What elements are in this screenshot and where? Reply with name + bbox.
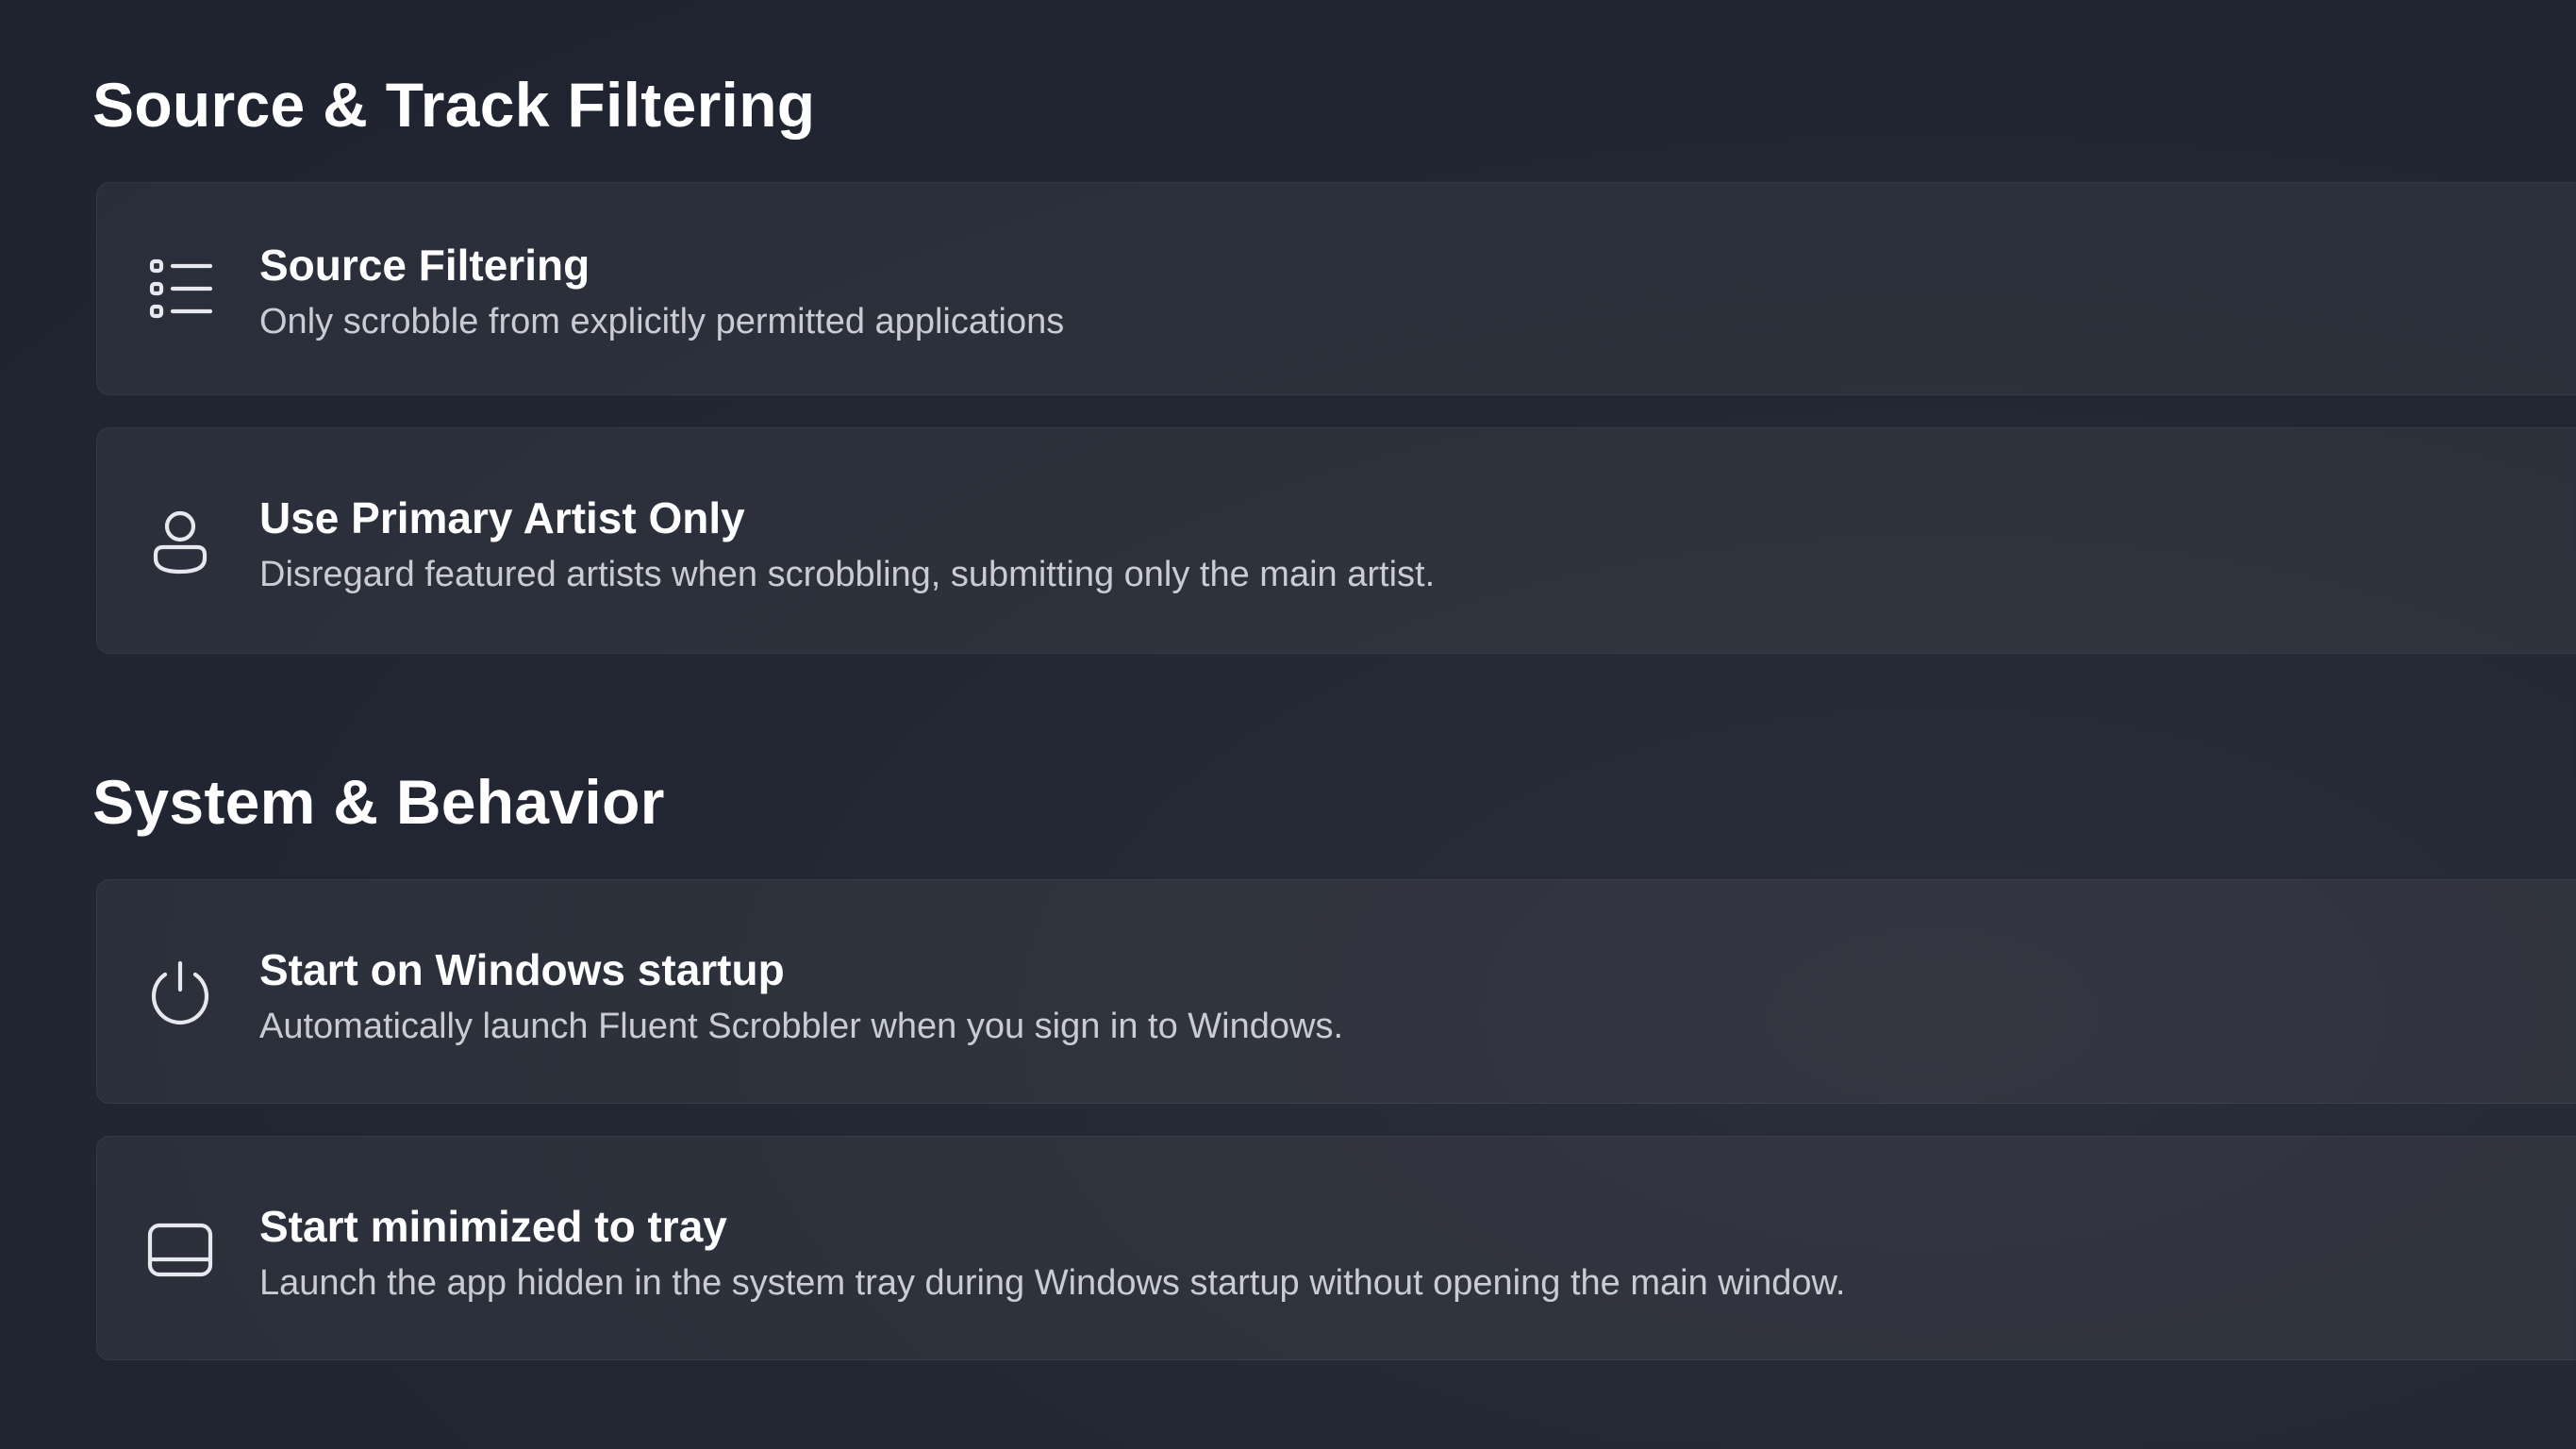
setting-description: Launch the app hidden in the system tray… <box>259 1263 1846 1303</box>
setting-description: Disregard featured artists when scrobbli… <box>259 555 1436 594</box>
setting-card-start-on-windows-startup[interactable]: Start on Windows startup Automatically l… <box>96 879 2576 1104</box>
setting-title: Start minimized to tray <box>259 1202 727 1251</box>
setting-title: Source Filtering <box>259 241 590 290</box>
setting-title: Start on Windows startup <box>259 945 785 994</box>
setting-card-start-minimized-to-tray[interactable]: Start minimized to tray Launch the app h… <box>96 1136 2576 1360</box>
power-icon <box>146 959 214 1027</box>
setting-description: Automatically launch Fluent Scrobbler wh… <box>259 1007 1344 1046</box>
setting-card-use-primary-artist-only[interactable]: Use Primary Artist Only Disregard featur… <box>96 427 2576 654</box>
setting-description: Only scrobble from explicitly permitted … <box>259 302 1065 341</box>
person-icon <box>146 508 214 575</box>
section-title-system-behavior: System & Behavior <box>92 767 665 837</box>
list-icon <box>146 255 214 323</box>
setting-title: Use Primary Artist Only <box>259 493 745 542</box>
setting-card-source-filtering[interactable]: Source Filtering Only scrobble from expl… <box>96 182 2576 395</box>
section-title-source-track-filtering: Source & Track Filtering <box>92 70 816 140</box>
tray-window-icon <box>146 1216 214 1284</box>
settings-page: Source & Track Filtering Source Filterin… <box>0 0 2576 1449</box>
